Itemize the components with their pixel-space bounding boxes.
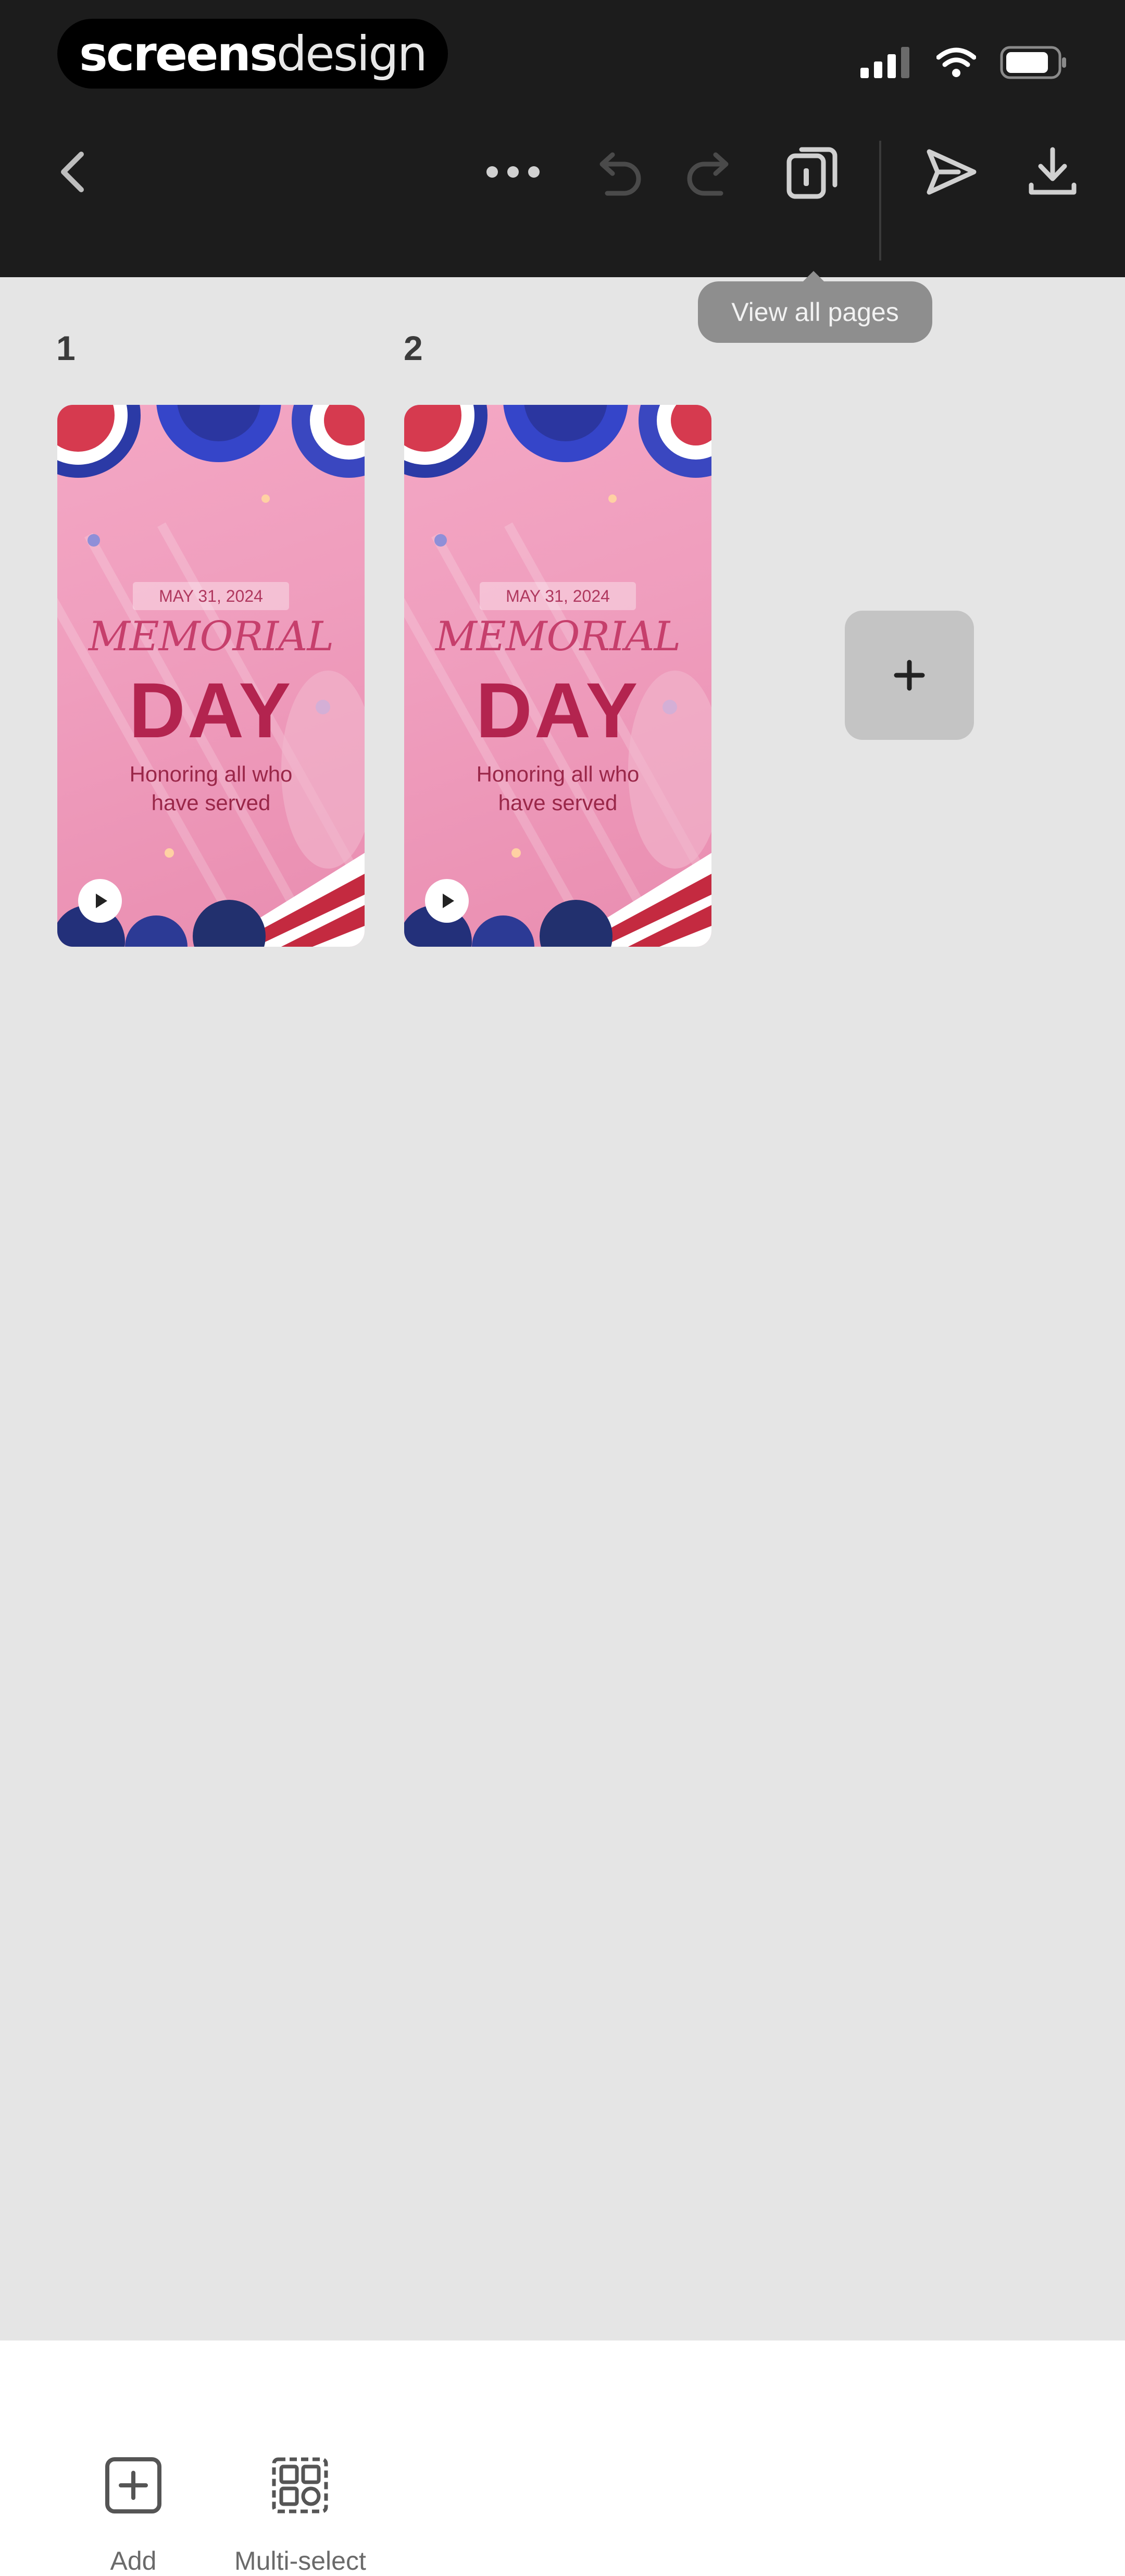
view-all-pages-tooltip: View all pages (698, 281, 932, 343)
page-title-main: DAY (476, 666, 640, 754)
add-page-button[interactable] (845, 611, 974, 740)
page-thumbnail-1[interactable]: MAY 31, 2024 MEMORIAL DAY Honoring all w… (57, 405, 365, 947)
pages-icon (786, 147, 838, 199)
toolbar-divider (879, 141, 881, 261)
status-icons (860, 42, 1068, 83)
multi-select-button[interactable]: Multi-select (234, 2455, 366, 2576)
undo-button[interactable] (589, 143, 646, 201)
add-square-icon (105, 2457, 161, 2513)
top-bar: screens design (0, 0, 1125, 277)
play-button[interactable] (425, 879, 469, 923)
multi-select-icon (272, 2457, 328, 2513)
redo-button[interactable] (682, 143, 740, 201)
play-icon (96, 894, 107, 908)
page-date-text: MAY 31, 2024 (480, 582, 636, 610)
add-action-button[interactable]: Add (103, 2455, 164, 2576)
page-title-top: MEMORIAL (435, 613, 681, 660)
more-options-button[interactable] (484, 162, 542, 182)
tooltip-arrow (802, 271, 825, 282)
share-button[interactable] (922, 143, 979, 201)
page-title-top: MEMORIAL (88, 613, 334, 660)
page-subtitle-line2: have served (151, 790, 271, 815)
send-icon (927, 149, 977, 195)
page-subtitle-line1: Honoring all who (129, 762, 293, 786)
page-number-2: 2 (404, 329, 423, 367)
pages-canvas: 1 MAY 31, 2024 MEMORIAL DAY Honoring all… (0, 277, 1125, 2575)
page-number-1: 1 (56, 329, 76, 367)
battery-icon (1000, 46, 1066, 79)
back-button[interactable] (52, 146, 94, 198)
multi-select-label: Multi-select (234, 2546, 366, 2575)
page-subtitle-line2: have served (498, 790, 618, 815)
page-title-main: DAY (129, 666, 293, 754)
play-button[interactable] (78, 879, 122, 923)
signal-icon (860, 47, 909, 78)
brand-bold-text: screens (79, 26, 278, 82)
page-subtitle-line1: Honoring all who (476, 762, 640, 786)
wifi-icon (936, 47, 976, 77)
view-all-pages-button[interactable] (784, 143, 841, 201)
download-button[interactable] (1024, 143, 1081, 201)
undo-icon (599, 152, 641, 196)
brand-light-text: design (276, 26, 428, 82)
brand-watermark: screens design (57, 19, 448, 89)
plus-icon (894, 660, 925, 691)
play-icon (443, 894, 454, 908)
more-dots-icon (486, 166, 540, 178)
page-date-text: MAY 31, 2024 (133, 582, 289, 610)
page-thumbnail-2[interactable]: MAY 31, 2024 MEMORIAL DAY Honoring all w… (404, 405, 711, 947)
redo-icon (687, 152, 729, 196)
chevron-left-icon (61, 152, 84, 192)
bottom-safe-area (0, 2340, 1125, 2433)
download-icon (1029, 147, 1077, 195)
add-action-label: Add (110, 2546, 157, 2575)
